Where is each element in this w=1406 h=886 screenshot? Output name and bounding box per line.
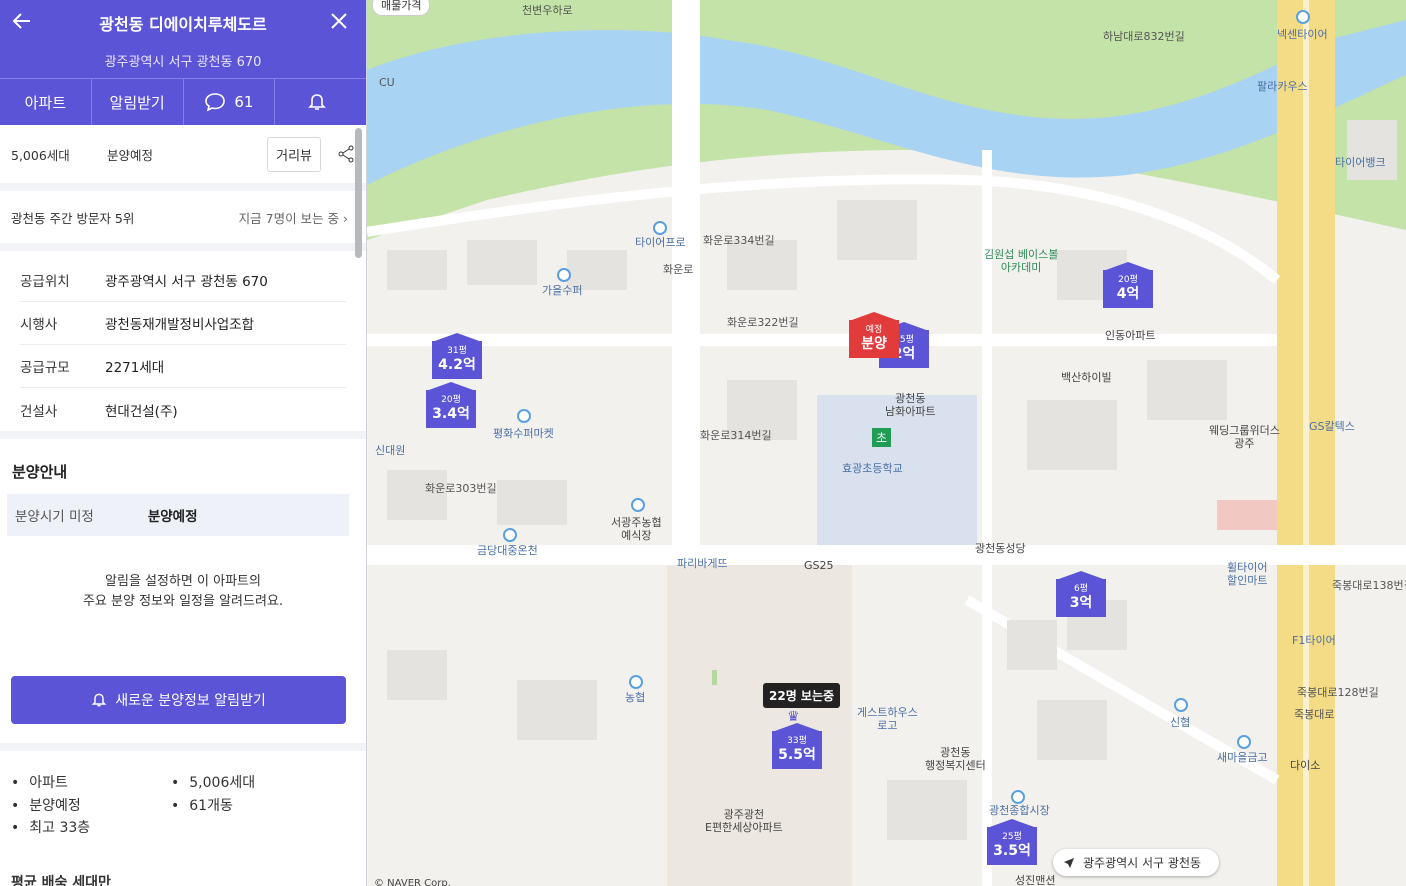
poi-seongjin[interactable]: 성진맨션 [1015,874,1055,886]
price-filter-pill[interactable]: 매물가격 [372,0,431,16]
poi-nonghyeop-wedding[interactable]: 서광주농협 예식장 [611,516,662,542]
address-subtitle: 광주광역시 서구 광천동 670 [104,55,262,70]
sale-section: 분양안내 분양시기 미정 분양예정 알림을 설정하면 이 아파트의 주요 분양 … [0,439,366,666]
price-marker[interactable]: 31평 4.2억 [432,333,482,379]
poi-baseball-academy[interactable]: 김원섭 베이스볼 아카데미 [984,248,1058,274]
poi-saemaeul[interactable]: 새마을금고 [1217,751,1268,764]
ranking-text: 광천동 주간 방문자 5위 [11,210,135,226]
panel-scrollbar[interactable] [355,128,362,258]
info-row: 시행사 광천동재개발정비사업조합 [20,302,346,345]
bell-icon [91,693,107,707]
poi-pyeonghwa[interactable]: 평화수퍼마켓 [493,427,554,440]
poi-sinhyeop[interactable]: 신협 [1170,716,1190,729]
supply-info: 공급위치 광주광역시 서구 광천동 670 시행사 광천동재개발정비사업조합 공급규… [0,251,366,439]
poi-guesthouse[interactable]: 게스트하우스 로고 [857,706,918,732]
poi-cathedral[interactable]: 광천동성당 [975,542,1026,555]
poi-paris[interactable]: 파리바게뜨 [677,557,728,570]
poi-hyogwang-school[interactable]: 효광초등학교 [842,462,903,475]
cut-off-heading: 평균 배숙 세대만 [11,875,111,886]
panel-header: 광천동 디에이치루체도르 광주광역시 서구 광천동 670 아파트 알림받기 6… [0,0,366,125]
bank-icon [1174,698,1188,712]
info-row: 건설사 현대건설(주) [20,403,178,420]
summary-row: 5,006세대 분양예정 거리뷰 [0,125,366,191]
navigation-arrow-icon [1064,857,1074,868]
shop-icon [557,268,571,282]
header-tabs: 아파트 알림받기 61 [0,78,366,125]
poi-sinhaewon[interactable]: 신대원 [375,444,405,457]
info-row: 공급규모 2271세대 [20,345,346,388]
share-icon[interactable] [337,145,355,163]
poi-daiso[interactable]: 다이소 [1290,759,1320,772]
poi-gscaltex[interactable]: GS칼텍스 [1309,420,1355,433]
poi-f1tire[interactable]: F1타이어 [1292,634,1336,647]
alarm-notice: 알림을 설정하면 이 아파트의 주요 분양 정보와 일정을 알려드려요. [82,574,284,609]
shop-icon [517,409,531,423]
poi-market[interactable]: 광천종합시장 [989,804,1050,817]
poi-eplus-apt[interactable]: 광주광천 E편한세상아파트 [705,808,783,834]
sale-timing-row: 분양시기 미정 분양예정 [7,494,349,536]
crown-icon: ♛ [787,709,800,725]
viewers-tooltip: 22명 보는중 [763,683,841,708]
tab-notifications[interactable] [275,79,366,125]
tab-comments[interactable]: 61 [184,79,276,125]
bank-icon [629,675,643,689]
poi-indong[interactable]: 인동아파트 [1105,329,1156,342]
school-badge: 초 [872,428,892,447]
price-marker[interactable]: 20평 4억 [1103,262,1153,308]
bank-icon [1237,735,1251,749]
chevron-right-icon: › [343,210,348,226]
poi-gs25[interactable]: GS25 [804,559,834,572]
poi-nh[interactable]: 농협 [625,691,645,704]
tab-alarm[interactable]: 알림받기 [92,79,184,125]
tire-icon [653,221,667,235]
viewers-now-link[interactable]: 지금 7명이 보는 중 › [239,208,348,227]
feature-list-left: 아파트 분양예정 최고 33층 [11,772,90,840]
price-marker[interactable]: 6평 3억 [1056,571,1106,617]
side-panel: 광천동 디에이치루체도르 광주광역시 서구 광천동 670 아파트 알림받기 6… [0,0,367,886]
wedding-icon [631,498,645,512]
speech-bubble-icon [205,93,226,112]
subscribe-alarm-button[interactable]: 새로운 분양정보 알림받기 [11,676,346,724]
poi-gaeul[interactable]: 가을수퍼 [542,284,582,297]
poi-namhwa[interactable]: 광천동 남화아파트 [885,392,936,418]
households-text: 5,006세대 [11,147,70,163]
selected-presale-marker[interactable]: 예정 분양 [849,312,899,358]
close-icon[interactable] [328,10,350,32]
poi-geumdang[interactable]: 금당대중온천 [477,544,538,557]
section-divider [0,743,366,751]
poi-welfare-center[interactable]: 광천동 행정복지센터 [925,746,986,772]
price-marker[interactable]: 25평 3.5억 [987,819,1037,865]
info-row: 공급위치 광주광역시 서구 광천동 670 [20,259,346,302]
ranking-row[interactable]: 광천동 주간 방문자 5위 지금 7명이 보는 중 › [0,191,366,251]
distance-view-button[interactable]: 거리뷰 [267,136,321,172]
current-location-bar[interactable]: 광주광역시 서구 광천동 [1053,849,1219,876]
map-view[interactable]: 매물가격 CU 천변우하로 하남대로832번길 넥센타이어 팔라카우스 타이어뱅… [367,0,1406,886]
price-marker[interactable]: 20평 3.4억 [426,382,476,428]
page-title: 광천동 디에이치루체도르 [99,15,267,34]
poi-tirebank[interactable]: 타이어뱅크 [1335,156,1386,169]
tire-icon [1296,10,1310,24]
poi-nexen[interactable]: 넥센타이어 [1277,28,1328,41]
price-marker[interactable]: 33평 5.5억 [772,723,822,769]
market-icon [1011,790,1025,804]
bell-icon [307,94,326,110]
status-text: 분양예정 [107,147,154,163]
poi-pallaka[interactable]: 팔라카우스 [1257,80,1308,93]
map-copyright: © NAVER Corp. [374,878,451,886]
feature-list-right: 5,006세대 61개동 [171,772,255,817]
spa-icon [503,528,517,542]
poi-baeksan[interactable]: 백산하이빌 [1061,371,1112,384]
tab-apartment[interactable]: 아파트 [0,79,92,125]
poi-hwiltire[interactable]: 휠타이어 할인마트 [1227,561,1267,587]
poi-wedding[interactable]: 웨딩그룹위더스 광주 [1209,424,1280,450]
poi-tirepro[interactable]: 타이어프로 [635,236,686,249]
sale-heading: 분양안내 [12,463,68,481]
